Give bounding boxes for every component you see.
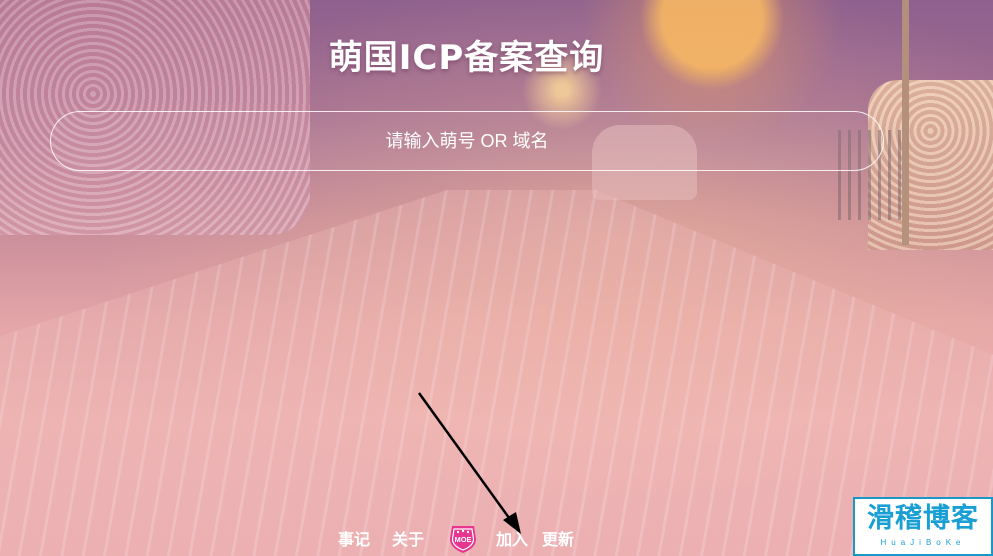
- join-link[interactable]: 加入: [496, 526, 528, 550]
- moe-badge-link[interactable]: MOE: [446, 521, 496, 555]
- footer-nav: 事记 关于 MOE 加入 更新: [338, 522, 574, 554]
- background-photo: [0, 0, 993, 556]
- about-link[interactable]: 关于: [392, 526, 424, 550]
- blog-watermark-logo: 滑稽博客 HuaJiBoKe: [853, 497, 993, 556]
- watermark-main-text: 滑稽博客: [867, 503, 979, 534]
- page-title: 萌国ICP备案查询: [328, 38, 605, 78]
- events-link[interactable]: 事记: [338, 526, 370, 550]
- moe-shield-icon: MOE: [450, 526, 477, 553]
- watermark-sub-text: HuaJiBoKe: [880, 538, 966, 547]
- color-overlay: [0, 0, 993, 556]
- update-link[interactable]: 更新: [542, 526, 574, 550]
- moe-badge-text: MOE: [454, 535, 471, 544]
- search-input[interactable]: [50, 111, 884, 171]
